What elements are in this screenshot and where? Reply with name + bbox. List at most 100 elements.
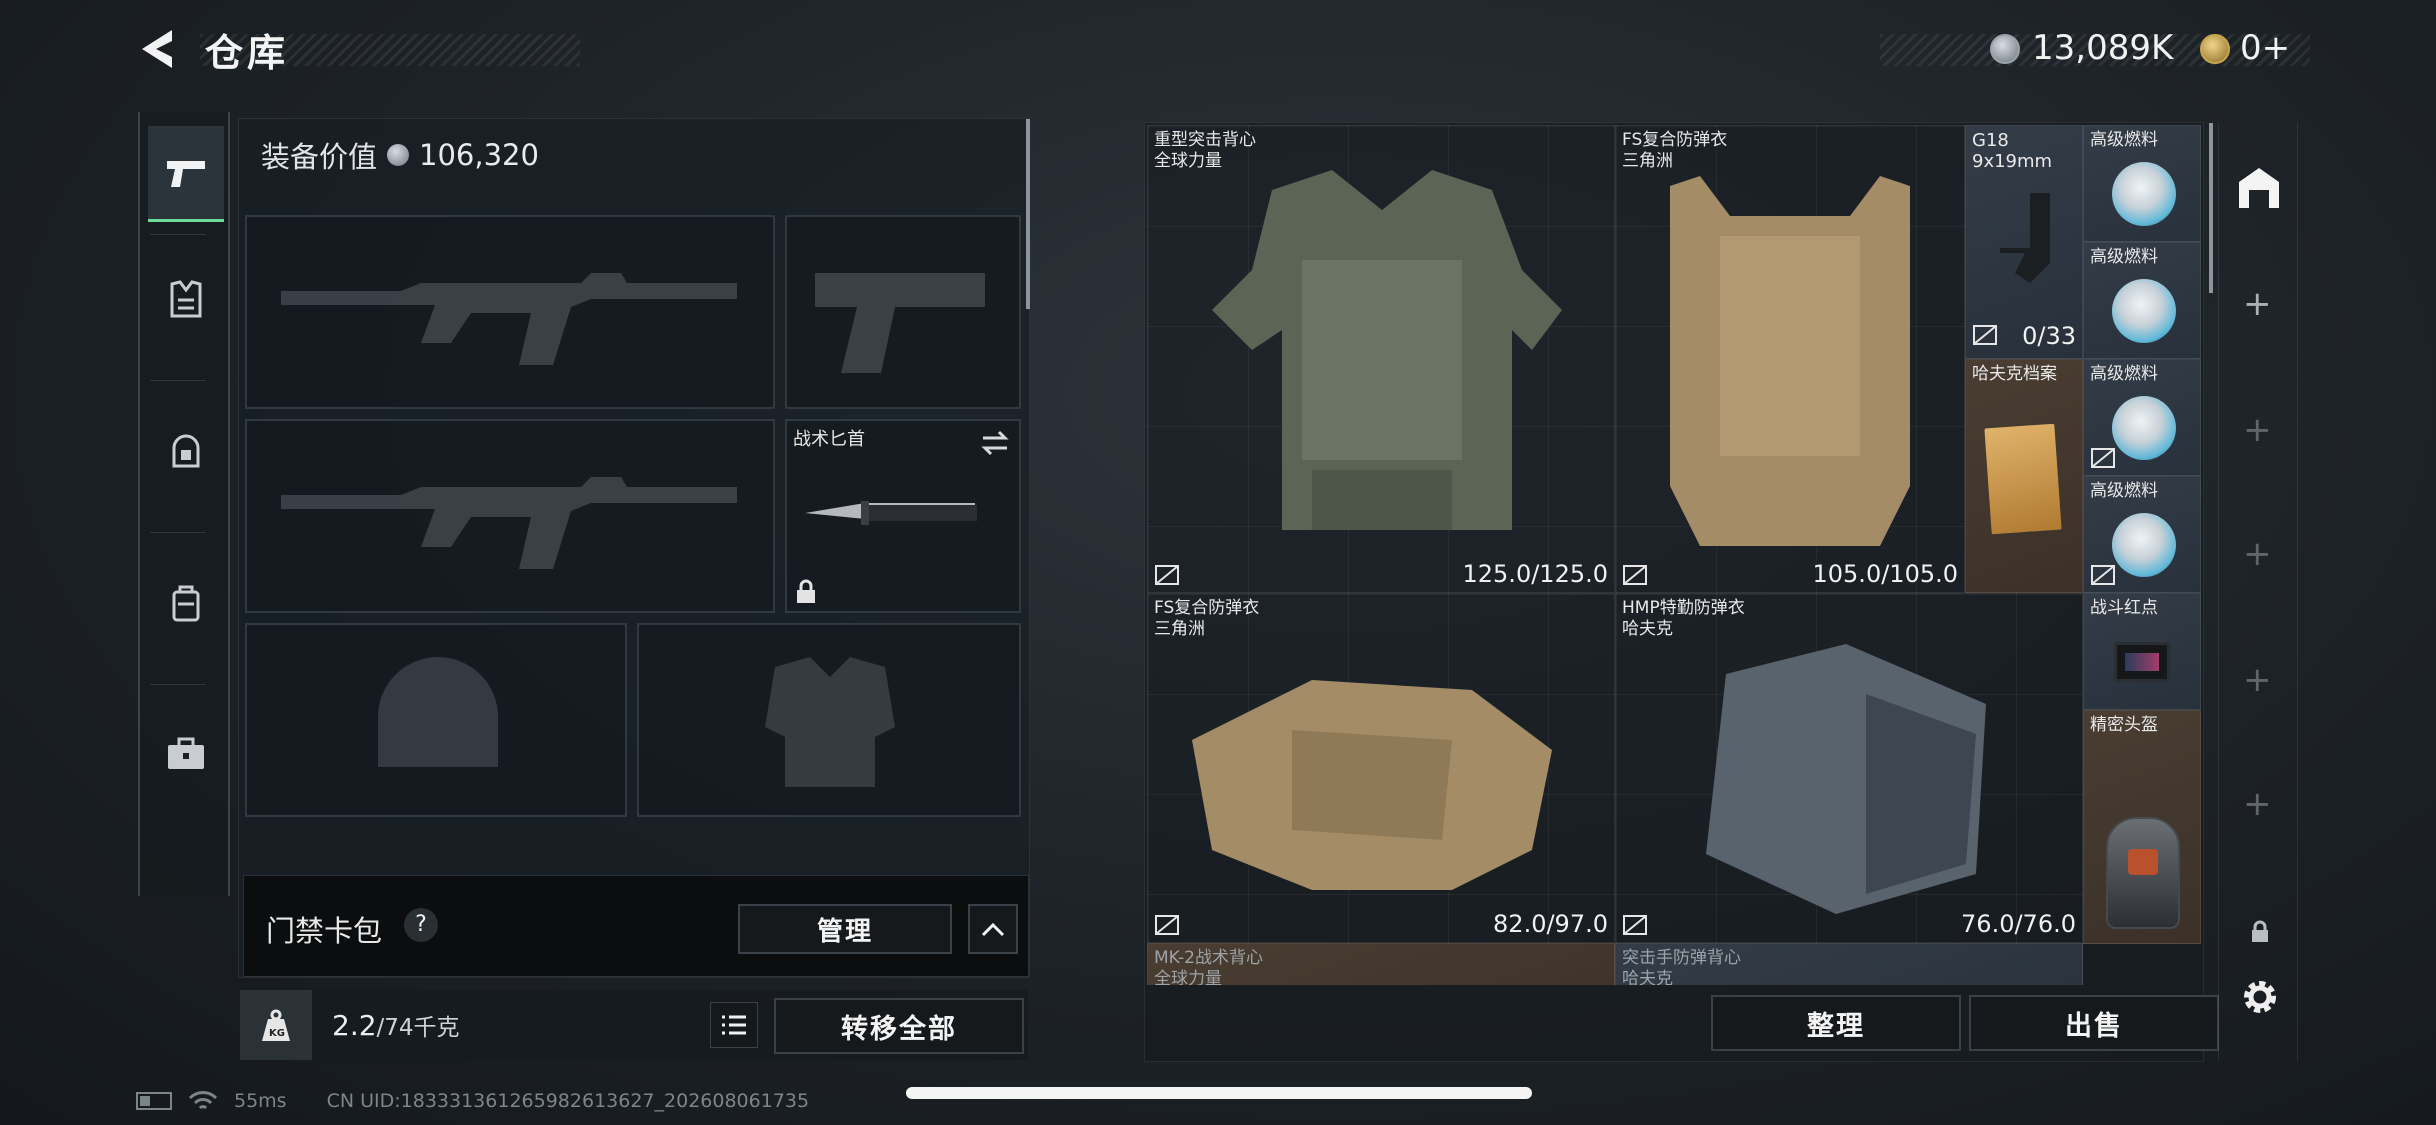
tab-divider (150, 234, 206, 235)
no-insurance-icon (1154, 914, 1180, 936)
tactical-knife-icon (805, 501, 977, 525)
stash-item-fs-armor[interactable]: FS复合防弹衣 三角洲 82.0/97.0 (1147, 593, 1615, 943)
wifi-icon (188, 1091, 218, 1110)
loadout-scrollbar[interactable] (1026, 119, 1030, 309)
category-tabs (138, 112, 230, 896)
item-name: 高级燃料 (2090, 481, 2158, 501)
chevron-up-icon (981, 922, 1005, 937)
stash-item-g18[interactable]: G18 9x19mm 0/33 (1965, 125, 2083, 359)
stash-item-fuel[interactable]: 高级燃料 (2083, 242, 2201, 359)
item-durability: 105.0/105.0 (1812, 560, 1959, 588)
equipment-value-label: 装备价值 (261, 140, 378, 174)
stash-item-mk2-vest[interactable]: MK-2战术背心 全球力量 (1147, 943, 1615, 985)
tab-armor[interactable] (148, 252, 224, 348)
armor-slot[interactable] (637, 623, 1021, 817)
back-arrow-icon (142, 30, 172, 68)
transfer-all-button[interactable]: 转移全部 (774, 998, 1024, 1054)
collapse-button[interactable] (968, 904, 1018, 954)
ping-text: 55ms (234, 1090, 287, 1112)
item-name: 突击手防弹背心 哈夫克 (1622, 948, 1741, 985)
home-indicator[interactable] (906, 1087, 1532, 1099)
tab-case[interactable] (148, 706, 224, 802)
fuel-can-icon (2112, 162, 2176, 226)
add-page-button[interactable]: + (2243, 410, 2272, 450)
page-title: 仓库 (205, 31, 290, 75)
stash-item-fuel[interactable]: 高级燃料 (2083, 125, 2201, 242)
stash-item-haavk-file[interactable]: 哈夫克档案 (1965, 359, 2083, 593)
vest-silhouette-icon (765, 657, 895, 787)
equipment-value: 106,320 (419, 138, 539, 172)
keycard-help-button[interactable]: ? (404, 908, 438, 942)
loadout-panel: 装备价值 106,320 战术匕首 门禁卡包 ? 管理 (238, 118, 1030, 978)
back-button[interactable] (132, 24, 182, 74)
sidearm-slot[interactable] (785, 215, 1021, 409)
stash-item-hmp-armor[interactable]: HMP特勤防弹衣 哈夫克 76.0/76.0 (1615, 593, 2083, 943)
item-name: FS复合防弹衣 三角洲 (1154, 598, 1260, 639)
add-page-button[interactable]: + (2243, 534, 2272, 574)
add-page-button[interactable]: + (2243, 284, 2272, 324)
knife-name: 战术匕首 (793, 429, 865, 450)
keycard-label: 门禁卡包 (266, 914, 383, 948)
item-name: 精密头盔 (2090, 715, 2158, 735)
pistol-item-icon (2000, 193, 2050, 283)
primary-weapon-slot[interactable] (245, 215, 775, 409)
item-name: 哈夫克档案 (1972, 364, 2057, 384)
fuel-can-icon (2112, 513, 2176, 577)
helmet-silhouette-icon (378, 657, 498, 767)
battery-icon (136, 1092, 172, 1110)
no-insurance-icon (2090, 447, 2116, 469)
no-insurance-icon (1972, 324, 1998, 346)
premium-coin-icon (2200, 34, 2230, 64)
item-name: 战斗红点 (2090, 598, 2158, 618)
currency-amount: 13,089K (2032, 28, 2174, 68)
stash-item-fuel[interactable]: 高级燃料 (2083, 476, 2201, 593)
premium-currency-amount[interactable]: 0+ (2240, 28, 2290, 68)
stash-item-assault-vest[interactable]: 突击手防弹背心 哈夫克 (1615, 943, 2083, 985)
red-dot-sight-icon (2114, 642, 2170, 682)
stash-item-heavy-vest[interactable]: 重型突击背心 全球力量 125.0/125.0 (1147, 125, 1615, 593)
stash-grid: 重型突击背心 全球力量 125.0/125.0 FS复合防弹衣 三角洲 105.… (1147, 125, 2203, 985)
item-name: 高级燃料 (2090, 130, 2158, 150)
weight-max: /74千克 (376, 1015, 460, 1041)
item-name: G18 9x19mm (1972, 130, 2053, 172)
tab-backpack[interactable] (148, 556, 224, 652)
stash-scrollbar[interactable] (2209, 123, 2213, 293)
helmet-slot[interactable] (245, 623, 627, 817)
swap-icon[interactable] (979, 429, 1011, 457)
secondary-weapon-slot[interactable] (245, 419, 775, 613)
stash-home-button[interactable] (2233, 162, 2285, 214)
tab-weapons[interactable] (148, 126, 224, 222)
stash-item-fuel[interactable]: 高级燃料 (2083, 359, 2201, 476)
uid-text: CN UID:1833313612659826136​27_2026080617… (326, 1090, 810, 1112)
melee-slot[interactable]: 战术匕首 (785, 419, 1021, 613)
tab-divider (150, 380, 206, 381)
weight-icon-box: KG (240, 990, 312, 1060)
briefcase-icon (168, 737, 204, 769)
add-page-button[interactable]: + (2243, 660, 2272, 700)
item-durability: 82.0/97.0 (1493, 910, 1608, 938)
tab-helmet[interactable] (148, 404, 224, 500)
stash-item-fs-armor[interactable]: FS复合防弹衣 三角洲 105.0/105.0 (1615, 125, 1965, 593)
weight-current: 2.2 (332, 1009, 377, 1042)
helmet-icon (172, 434, 200, 468)
sort-button[interactable]: 整理 (1711, 995, 1961, 1051)
no-insurance-icon (1622, 914, 1648, 936)
gear-icon[interactable] (2237, 974, 2283, 1020)
pistol-icon (167, 160, 205, 187)
top-bar: 仓库 13,089K 0+ (0, 0, 2436, 80)
fuel-can-icon (2112, 279, 2176, 343)
manage-button[interactable]: 管理 (738, 904, 952, 954)
item-name: MK-2战术背心 全球力量 (1154, 948, 1263, 985)
add-page-button[interactable]: + (2243, 784, 2272, 824)
stash-item-precision-helmet[interactable]: 精密头盔 (2083, 710, 2201, 944)
item-durability: 76.0/76.0 (1961, 910, 2076, 938)
sell-button[interactable]: 出售 (1969, 995, 2219, 1051)
list-icon (722, 1015, 746, 1035)
document-icon (1984, 423, 2062, 535)
stash-panel: 重型突击背心 全球力量 125.0/125.0 FS复合防弹衣 三角洲 105.… (1144, 122, 2219, 1062)
weight-icon: KG (262, 1009, 290, 1041)
stash-item-red-dot[interactable]: 战斗红点 (2083, 593, 2201, 710)
no-insurance-icon (1154, 564, 1180, 586)
list-view-button[interactable] (710, 1002, 758, 1048)
backpack-icon (172, 585, 200, 622)
